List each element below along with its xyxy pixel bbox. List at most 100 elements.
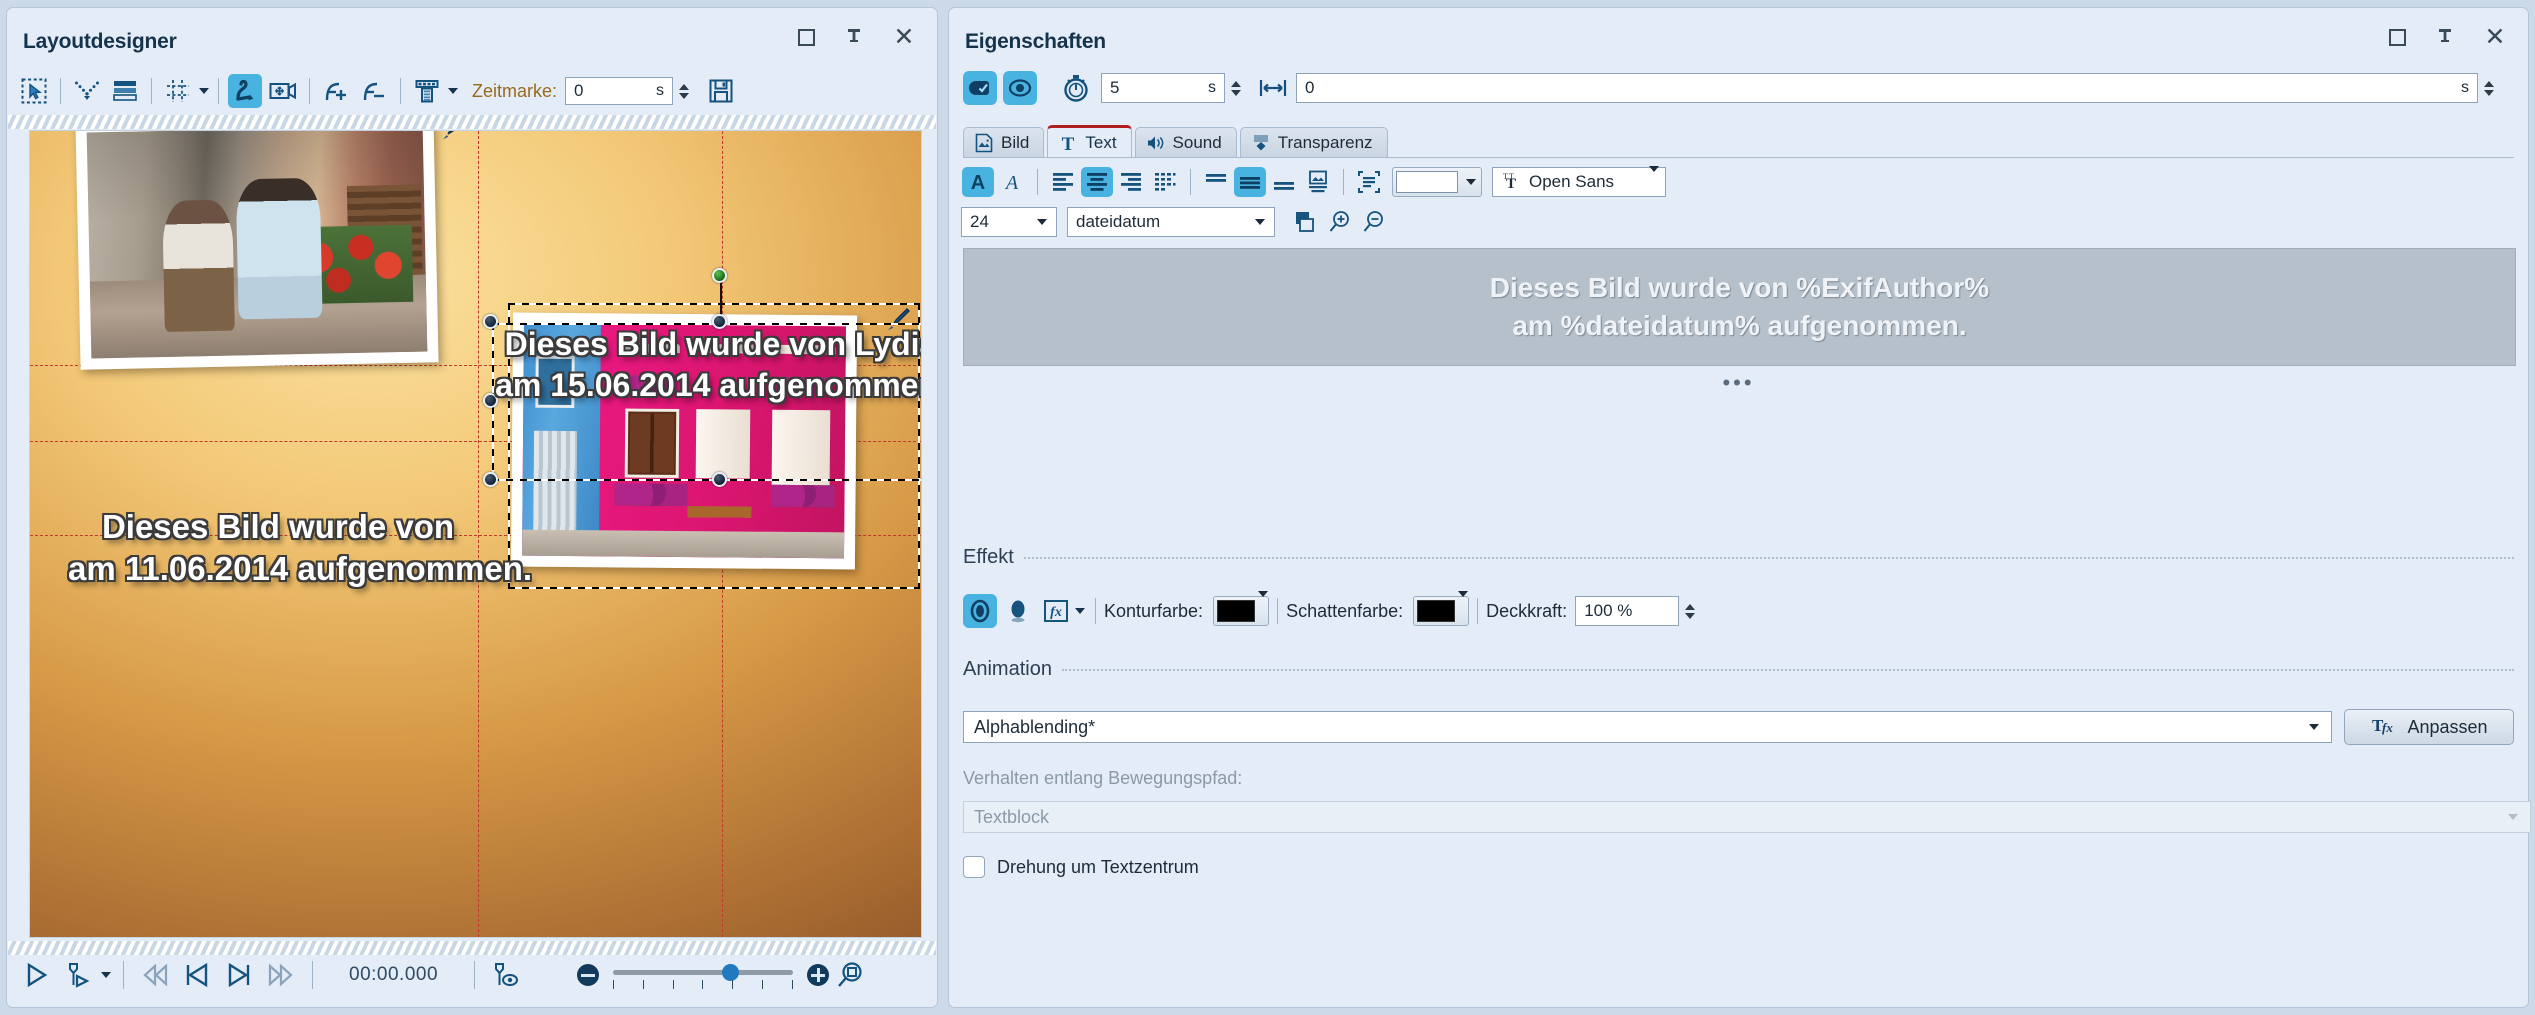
- object-timing-toolbar: 5 s 0 s: [963, 68, 2497, 108]
- text-color-caret[interactable]: [1461, 168, 1481, 196]
- remove-keyframe-icon[interactable]: [357, 74, 391, 108]
- shadow-effect-button[interactable]: [1001, 594, 1035, 628]
- valign-middle-button[interactable]: [1234, 167, 1266, 197]
- canvas-text-2[interactable]: Dieses Bild wurde von am 11.06.2014 aufg…: [68, 506, 488, 590]
- animation-adjust-button[interactable]: Tfx Anpassen: [2344, 709, 2514, 745]
- bold-button[interactable]: A: [962, 167, 994, 197]
- canvas-text-1[interactable]: Dieses Bild wurde von Lydia am 15.06.201…: [492, 324, 922, 406]
- zoom-out-button[interactable]: [577, 964, 599, 986]
- animation-select-caret[interactable]: [2303, 724, 2325, 730]
- text-1-handle-bc[interactable]: [712, 472, 727, 487]
- outline-color-caret[interactable]: [1258, 597, 1268, 625]
- maximize-icon[interactable]: [2389, 29, 2406, 46]
- previous-frame-button[interactable]: [180, 958, 214, 992]
- valign-bottom-button[interactable]: [1268, 167, 1300, 197]
- font-size-caret[interactable]: [1032, 219, 1052, 225]
- rewind-button[interactable]: [138, 958, 172, 992]
- motion-path-icon[interactable]: [228, 74, 262, 108]
- text-1-rotate-handle[interactable]: [712, 268, 727, 283]
- shadow-color-picker[interactable]: [1413, 596, 1469, 626]
- opacity-input[interactable]: 100 %: [1575, 596, 1679, 626]
- zoom-out-text-icon[interactable]: [1357, 207, 1389, 237]
- pin-icon[interactable]: [2434, 26, 2456, 48]
- camera-pan-icon[interactable]: [266, 74, 300, 108]
- opacity-stepper[interactable]: [1682, 597, 1698, 625]
- select-objects-icon[interactable]: [17, 74, 51, 108]
- offset-input[interactable]: 0 s: [1296, 73, 2478, 103]
- play-button[interactable]: [19, 958, 53, 992]
- align-justify-button[interactable]: [1149, 167, 1181, 197]
- svg-text:T: T: [1062, 134, 1075, 153]
- maximize-icon[interactable]: [798, 29, 815, 46]
- text-color-picker[interactable]: [1392, 167, 1482, 197]
- text-behind-image-button[interactable]: [1302, 167, 1334, 197]
- fast-forward-button[interactable]: [264, 958, 298, 992]
- grid-dropdown-caret[interactable]: [197, 74, 211, 108]
- font-family-select[interactable]: TTT Open Sans: [1492, 167, 1666, 197]
- close-icon[interactable]: ✕: [893, 26, 915, 48]
- italic-button[interactable]: A: [996, 167, 1028, 197]
- variable-value: dateidatum: [1076, 212, 1160, 232]
- zoom-slider-thumb[interactable]: [722, 964, 739, 981]
- zoom-in-text-icon[interactable]: [1323, 207, 1355, 237]
- font-family-caret[interactable]: [1649, 172, 1659, 192]
- tab-text[interactable]: T Text: [1047, 125, 1131, 157]
- marker-eye-icon[interactable]: [489, 958, 523, 992]
- shadow-color-caret[interactable]: [1458, 597, 1468, 625]
- align-right-button[interactable]: [1115, 167, 1147, 197]
- tab-sound[interactable]: Sound: [1135, 127, 1237, 157]
- enable-object-toggle[interactable]: [963, 71, 997, 105]
- photo-boy-and-woman-with-flowers[interactable]: [75, 130, 438, 370]
- save-icon[interactable]: [704, 74, 738, 108]
- ruler-dropdown-caret[interactable]: [446, 74, 460, 108]
- zoom-slider[interactable]: [613, 962, 793, 988]
- font-size-select[interactable]: 24: [961, 207, 1057, 237]
- outline-color-picker[interactable]: [1213, 596, 1269, 626]
- timemark-input[interactable]: 0 s: [565, 77, 673, 105]
- next-frame-button[interactable]: [222, 958, 256, 992]
- align-center-button[interactable]: [1081, 167, 1113, 197]
- animation-select[interactable]: Alphablending*: [963, 711, 2332, 743]
- fx-effect-button[interactable]: fx: [1039, 594, 1073, 628]
- format-separator: [1037, 169, 1038, 195]
- preview-visibility-toggle[interactable]: [1003, 71, 1037, 105]
- pin-icon[interactable]: [843, 26, 865, 48]
- text-1-handle-bl[interactable]: [483, 472, 498, 487]
- tab-bild[interactable]: Bild: [963, 127, 1044, 157]
- text-1-edit-brush-icon[interactable]: [440, 130, 466, 141]
- layers-icon[interactable]: [108, 74, 142, 108]
- fit-text-to-frame-button[interactable]: [1353, 167, 1385, 197]
- grid-icon[interactable]: [161, 74, 195, 108]
- variable-caret[interactable]: [1250, 219, 1270, 225]
- align-left-button[interactable]: [1047, 167, 1079, 197]
- motion-path-points-icon[interactable]: [70, 74, 104, 108]
- tab-transparenz[interactable]: Transparenz: [1240, 127, 1388, 157]
- text-format-toolbar: A A: [961, 163, 2514, 201]
- layout-canvas[interactable]: Dieses Bild wurde von Lydia am 15.06.201…: [29, 130, 922, 938]
- rotate-around-center-checkbox[interactable]: [963, 856, 985, 878]
- add-keyframe-icon[interactable]: [319, 74, 353, 108]
- duration-input[interactable]: 5 s: [1101, 73, 1225, 103]
- timeline-ruler-icon[interactable]: [410, 74, 444, 108]
- play-from-marker-button[interactable]: [61, 958, 95, 992]
- outline-effect-button[interactable]: [963, 594, 997, 628]
- zoom-in-button[interactable]: [807, 964, 829, 986]
- text-preview[interactable]: Dieses Bild wurde von %ExifAuthor% am %d…: [963, 248, 2516, 366]
- speaker-icon: [1146, 133, 1166, 153]
- variable-select[interactable]: dateidatum: [1067, 207, 1275, 237]
- panel-splitter-dots[interactable]: •••: [949, 372, 2528, 394]
- canvas-text-2-line-1: Dieses Bild wurde von: [68, 506, 488, 548]
- zoom-fit-icon[interactable]: [833, 958, 867, 992]
- play-options-caret[interactable]: [99, 958, 113, 992]
- animation-header-rule: [1062, 669, 2514, 671]
- offset-stepper[interactable]: [2481, 74, 2497, 102]
- offset-unit: s: [2453, 79, 2469, 97]
- timemark-stepper[interactable]: [676, 77, 692, 105]
- duplicate-text-icon[interactable]: [1289, 207, 1321, 237]
- svg-text:A: A: [971, 172, 985, 194]
- close-icon[interactable]: ✕: [2484, 26, 2506, 48]
- path-behavior-caret: [2502, 814, 2524, 820]
- duration-stepper[interactable]: [1228, 74, 1244, 102]
- fx-dropdown-caret[interactable]: [1073, 594, 1087, 628]
- valign-top-button[interactable]: [1200, 167, 1232, 197]
